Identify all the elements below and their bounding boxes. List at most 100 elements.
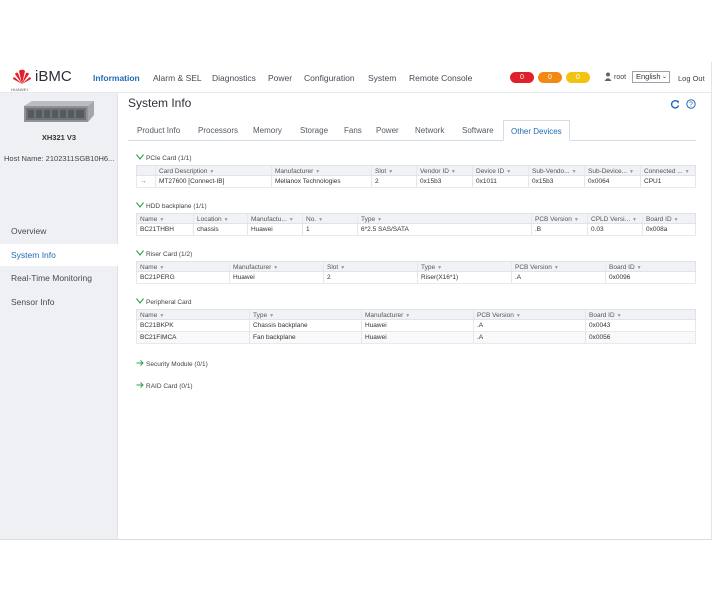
- column-header-no[interactable]: No. ▼: [302, 214, 357, 223]
- column-header-type[interactable]: Type ▼: [357, 214, 531, 223]
- user-icon: [604, 72, 612, 81]
- peripheral-card-table: Name ▼ Type ▼ Manufacturer ▼ PCB Version ▼ B…: [136, 309, 696, 344]
- page-title: System Info: [128, 96, 192, 110]
- table-cell: 0x0043: [585, 320, 697, 331]
- column-header-location[interactable]: Location ▼: [193, 214, 247, 223]
- table-row[interactable]: BC21THBH chassis Huawei 1 6*2.5 SAS/SATA…: [136, 224, 696, 236]
- minor-alarm-badge[interactable]: 0: [566, 72, 590, 83]
- table-header: Name ▼ Type ▼ Manufacturer ▼ PCB Version ▼ B…: [136, 309, 696, 320]
- chevron-down-icon: ⌄: [661, 74, 667, 80]
- nav-diagnostics[interactable]: Diagnostics: [212, 73, 256, 83]
- table-cell: Huawei: [247, 224, 302, 235]
- column-header-board-id[interactable]: Board ID ▼: [605, 262, 697, 271]
- hdd-backplane-section-toggle[interactable]: HDD backplane (1/1): [136, 202, 207, 210]
- column-header-card-description[interactable]: Card Description ▼: [155, 166, 271, 175]
- help-icon[interactable]: ?: [686, 99, 696, 109]
- column-header-sub-vendor-id[interactable]: Sub-Vendo... ▼: [528, 166, 584, 175]
- column-header-pcb-version[interactable]: PCB Version ▼: [511, 262, 605, 271]
- tab-memory[interactable]: Memory: [253, 120, 282, 141]
- critical-alarm-badge[interactable]: 0: [510, 72, 534, 83]
- major-alarm-badge[interactable]: 0: [538, 72, 562, 83]
- column-header-board-id[interactable]: Board ID ▼: [642, 214, 697, 223]
- language-select[interactable]: English ⌄: [632, 71, 670, 83]
- riser-card-section-toggle[interactable]: Riser Card (1/2): [136, 250, 192, 258]
- raid-card-section-toggle[interactable]: RAID Card (0/1): [136, 382, 193, 390]
- column-header-sub-device-id[interactable]: Sub-Device... ▼: [584, 166, 640, 175]
- nav-power[interactable]: Power: [268, 73, 292, 83]
- sidebar-item-sensor-info[interactable]: Sensor Info: [0, 291, 118, 313]
- table-cell: BC21BKPK: [140, 322, 174, 329]
- table-row[interactable]: BC21PERG Huawei 2 Riser(X16*1) .A 0x0096: [136, 272, 696, 284]
- tab-other-devices[interactable]: Other Devices: [503, 120, 570, 141]
- tab-software[interactable]: Software: [462, 120, 494, 141]
- hdd-backplane-table: Name ▼ Location ▼ Manufactu... ▼ No. ▼ Type ▼…: [136, 213, 696, 236]
- table-cell: 0x0056: [585, 332, 697, 343]
- table-cell: Fan backplane: [249, 332, 361, 343]
- column-header-device-id[interactable]: Device ID ▼: [472, 166, 528, 175]
- tab-storage[interactable]: Storage: [300, 120, 328, 141]
- tab-bar: Product Info Processors Memory Storage F…: [128, 120, 696, 141]
- chevron-down-icon: [136, 298, 144, 304]
- nav-information[interactable]: Information: [93, 73, 140, 83]
- language-value: English: [636, 72, 661, 81]
- tab-processors[interactable]: Processors: [198, 120, 238, 141]
- column-header-type[interactable]: Type ▼: [249, 310, 361, 319]
- riser-card-title: Riser Card (1/2): [146, 251, 193, 258]
- chevron-down-icon: [136, 250, 144, 256]
- table-cell: Mellanox Technologies: [271, 176, 371, 187]
- tab-fans[interactable]: Fans: [344, 120, 362, 141]
- top-bar: HUAWEI iBMC Information Alarm & SEL Diag…: [0, 62, 711, 93]
- hdd-backplane-title: HDD backplane (1/1): [146, 203, 207, 210]
- logo-caption: HUAWEI: [11, 87, 29, 92]
- table-cell: chassis: [193, 224, 247, 235]
- column-header-name[interactable]: Name ▼: [137, 214, 193, 223]
- column-header-slot[interactable]: Slot ▼: [323, 262, 417, 271]
- logout-link[interactable]: Log Out: [678, 74, 705, 83]
- column-header-cpld-version[interactable]: CPLD Versi... ▼: [587, 214, 642, 223]
- table-cell: MT27600 [Connect-IB]: [155, 176, 271, 187]
- table-cell: CPU1: [640, 176, 697, 187]
- sidebar-item-overview[interactable]: Overview: [0, 220, 118, 242]
- tab-power[interactable]: Power: [376, 120, 399, 141]
- column-header-pcb-version[interactable]: PCB Version ▼: [473, 310, 585, 319]
- column-header-name[interactable]: Name ▼: [137, 310, 249, 319]
- tab-product-info[interactable]: Product Info: [137, 120, 180, 141]
- chevron-right-icon: [136, 360, 144, 366]
- nav-configuration[interactable]: Configuration: [304, 73, 355, 83]
- column-header-pcb-version[interactable]: PCB Version ▼: [531, 214, 587, 223]
- column-header-manufacturer[interactable]: Manufacturer ▼: [229, 262, 323, 271]
- column-header-type[interactable]: Type ▼: [417, 262, 511, 271]
- expand-arrow-icon[interactable]: →: [137, 176, 155, 187]
- column-header-name[interactable]: Name ▼: [137, 262, 229, 271]
- column-header-manufacturer[interactable]: Manufactu... ▼: [247, 214, 302, 223]
- ibmc-window: HUAWEI iBMC Information Alarm & SEL Diag…: [0, 62, 712, 540]
- table-header: Name ▼ Location ▼ Manufactu... ▼ No. ▼ Type ▼…: [136, 213, 696, 224]
- security-module-section-toggle[interactable]: Security Module (0/1): [136, 360, 208, 368]
- column-header-slot[interactable]: Slot ▼: [371, 166, 416, 175]
- user-name[interactable]: root: [614, 74, 626, 81]
- column-header-connected[interactable]: Connected ... ▼: [640, 166, 697, 175]
- table-row[interactable]: → MT27600 [Connect-IB] Mellanox Technolo…: [136, 176, 696, 188]
- table-cell: 0x15b3: [528, 176, 584, 187]
- nav-alarm-sel[interactable]: Alarm & SEL: [153, 73, 202, 83]
- table-cell: BC21PERG: [140, 274, 175, 281]
- column-header-manufacturer[interactable]: Manufacturer ▼: [361, 310, 473, 319]
- column-header-manufacturer[interactable]: Manufacturer ▼: [271, 166, 371, 175]
- refresh-icon[interactable]: [670, 99, 680, 109]
- column-header-board-id[interactable]: Board ID ▼: [585, 310, 697, 319]
- nav-system[interactable]: System: [368, 73, 396, 83]
- pcie-card-section-toggle[interactable]: PCIe Card (1/1): [136, 154, 192, 162]
- peripheral-card-section-toggle[interactable]: Peripheral Card: [136, 298, 192, 306]
- table-cell: 0x0096: [605, 272, 697, 283]
- table-cell: BC21THBH: [140, 226, 174, 233]
- security-module-title: Security Module (0/1): [146, 361, 208, 368]
- sidebar-item-system-info[interactable]: System Info: [0, 244, 118, 266]
- tab-network[interactable]: Network: [415, 120, 444, 141]
- table-row[interactable]: BC21FIMCA Fan backplane Huawei .A 0x0056: [136, 332, 696, 344]
- nav-remote-console[interactable]: Remote Console: [409, 73, 472, 83]
- table-cell: 6*2.5 SAS/SATA: [357, 224, 531, 235]
- column-header-vendor-id[interactable]: Vendor ID ▼: [416, 166, 472, 175]
- table-row[interactable]: BC21BKPK Chassis backplane Huawei .A 0x0…: [136, 320, 696, 332]
- chevron-down-icon: [136, 202, 144, 208]
- sidebar-item-real-time-monitoring[interactable]: Real-Time Monitoring: [0, 267, 118, 289]
